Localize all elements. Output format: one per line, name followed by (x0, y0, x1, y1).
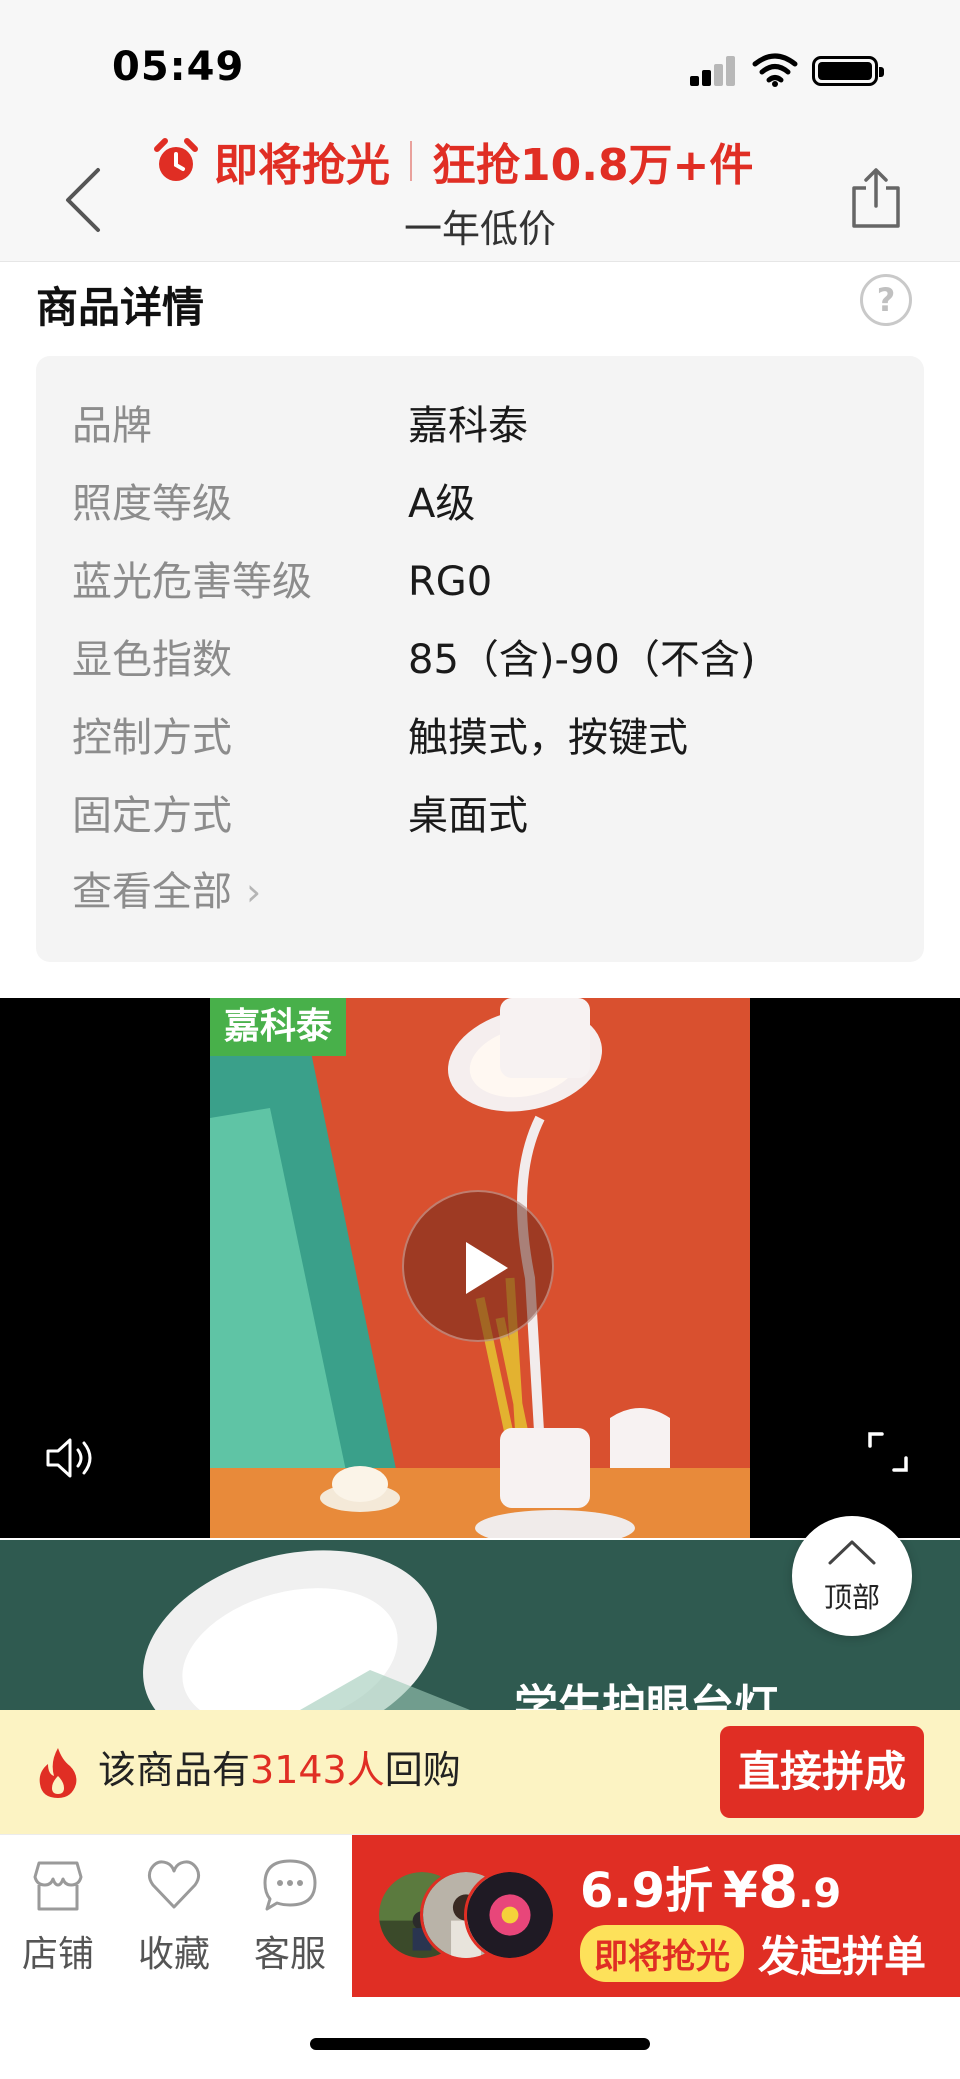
help-icon[interactable]: ? (860, 274, 912, 326)
selling-out-badge: 即将抢光 (580, 1925, 744, 1982)
promo-soon-text: 即将抢光 (214, 140, 390, 191)
spec-value: 85（含)-90（不含) (408, 637, 756, 683)
promo-divider (410, 141, 412, 181)
repurchase-count: 3143人 (250, 1748, 385, 1792)
start-group-buy-button[interactable]: 6.9折 ¥8.9 即将抢光 发起拼单 (352, 1835, 960, 1997)
spec-label: 蓝光危害等级 (72, 559, 312, 605)
back-to-top-label: 顶部 (823, 1581, 880, 1614)
favorite-button[interactable]: 收藏 (124, 1857, 224, 1977)
spec-row-brand: 品牌 嘉科泰 (72, 396, 892, 456)
view-all-label: 查看全部 (72, 869, 232, 915)
spec-label: 控制方式 (72, 715, 232, 761)
heart-icon (147, 1860, 201, 1909)
fire-icon (39, 1748, 77, 1798)
header-subtitle: 一年低价 (403, 207, 556, 251)
repurchase-bar: 该商品有3143人回购 直接拼成 (0, 1710, 960, 1834)
chevron-right-icon: › (246, 870, 262, 914)
spec-value: 触摸式，按键式 (408, 715, 688, 761)
spec-row-illuminance: 照度等级 A级 (72, 474, 892, 534)
store-icon (33, 1861, 83, 1911)
repurchase-text: 该商品有3143人回购 (98, 1740, 461, 1800)
price-line: 6.9折 ¥8.9 (580, 1851, 841, 1921)
spec-value: 桌面式 (408, 793, 528, 839)
spec-label: 固定方式 (72, 793, 232, 839)
status-time: 05:49 (112, 44, 245, 90)
spec-row-color-rendering: 显色指数 85（含)-90（不含) (72, 630, 892, 690)
start-group-buy-label: 发起拼单 (758, 1932, 927, 1981)
status-bar: 05:49 (0, 0, 960, 130)
store-button[interactable]: 店铺 (8, 1857, 108, 1977)
store-label: 店铺 (21, 1934, 94, 1975)
spec-label: 显色指数 (72, 637, 232, 683)
signal-icon (690, 56, 736, 86)
brand-tag: 嘉科泰 (210, 998, 346, 1056)
spec-row-mounting: 固定方式 桌面式 (72, 786, 892, 846)
direct-group-button[interactable]: 直接拼成 (720, 1726, 924, 1818)
repurchase-prefix: 该商品有 (98, 1748, 251, 1792)
detail-title: 商品详情 (36, 283, 205, 332)
price-integer: 8 (757, 1853, 799, 1921)
avatar (464, 1869, 556, 1961)
chat-bubble-icon (263, 1859, 317, 1911)
promo-line: 即将抢光 狂抢10.8万+件 (152, 130, 753, 192)
back-to-top-button[interactable]: 顶部 (792, 1516, 912, 1636)
play-button[interactable] (402, 1190, 554, 1342)
spec-value: A级 (408, 481, 476, 527)
customer-service-label: 客服 (253, 1934, 326, 1975)
repurchase-suffix: 回购 (384, 1748, 461, 1792)
bottom-bar: 店铺 收藏 客服 6.9折 ¥8.9 即将抢光 发起拼单 (0, 1834, 960, 1997)
price-symbol: ¥ (723, 1861, 758, 1919)
share-button[interactable] (848, 166, 904, 230)
price-decimal: .9 (798, 1871, 842, 1917)
spec-label: 品牌 (72, 403, 152, 449)
spec-value: 嘉科泰 (408, 403, 528, 449)
speaker-icon[interactable] (44, 1434, 100, 1482)
discount-text: 6.9折 (580, 1863, 714, 1919)
wifi-icon (752, 53, 798, 87)
view-all-link[interactable]: 查看全部 › (72, 862, 261, 922)
fullscreen-icon[interactable] (866, 1430, 910, 1474)
avatar-group (376, 1869, 556, 1965)
spec-label: 照度等级 (72, 481, 232, 527)
home-indicator[interactable] (310, 2038, 650, 2050)
header: 即将抢光 狂抢10.8万+件 一年低价 (0, 130, 960, 262)
battery-icon (812, 56, 884, 86)
alarm-clock-icon (154, 138, 198, 181)
spec-row-blue-light: 蓝光危害等级 RG0 (72, 552, 892, 612)
product-video[interactable]: 嘉科泰 (0, 998, 960, 1538)
promo-sold-text: 狂抢10.8万+件 (432, 140, 754, 191)
chevron-up-icon (828, 1540, 876, 1565)
spec-row-control: 控制方式 触摸式，按键式 (72, 708, 892, 768)
cta-line: 即将抢光 发起拼单 (580, 1923, 926, 1984)
spec-card: 品牌 嘉科泰 照度等级 A级 蓝光危害等级 RG0 显色指数 85（含)-90（… (36, 356, 924, 962)
favorite-label: 收藏 (137, 1934, 210, 1975)
banner-text: 学生护眼台灯 (514, 1681, 778, 1710)
customer-service-button[interactable]: 客服 (240, 1857, 340, 1977)
spec-value: RG0 (408, 559, 493, 605)
